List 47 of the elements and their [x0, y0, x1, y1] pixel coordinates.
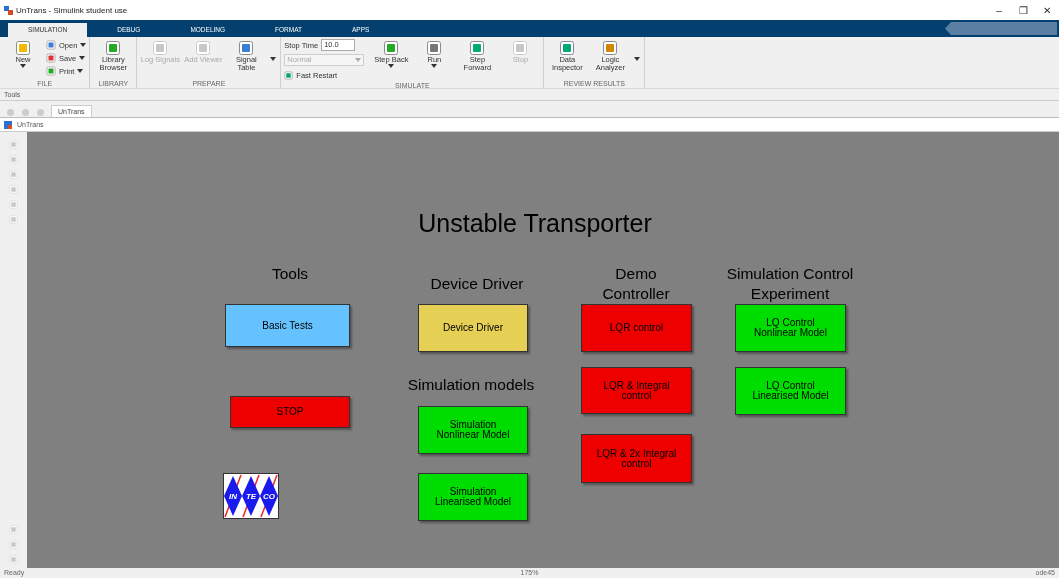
model-icon: [4, 120, 12, 129]
inteco-logo: IN TE CO: [223, 473, 279, 519]
quick-access-toolbar[interactable]: [945, 22, 1057, 35]
button-icon: [46, 66, 56, 76]
section-heading: Demo Controller: [602, 264, 670, 304]
caret-icon[interactable]: [388, 64, 395, 68]
window-title: UnTrans - Simulink student use: [16, 5, 129, 15]
button-icon: [559, 40, 576, 56]
button-icon: [238, 40, 255, 56]
caret-icon[interactable]: [80, 43, 87, 47]
caret-icon[interactable]: [431, 64, 438, 68]
close-button[interactable]: ✕: [1035, 4, 1059, 16]
caret-icon[interactable]: [20, 64, 26, 68]
subsystem-block[interactable]: Device Driver: [418, 304, 528, 352]
caret-icon[interactable]: [634, 57, 641, 61]
button-icon: [105, 40, 122, 56]
caret-icon[interactable]: [270, 57, 277, 61]
caret-icon[interactable]: [79, 56, 86, 60]
section-heading: Simulation Control Experiment: [726, 264, 854, 304]
section-heading: Tools: [271, 264, 309, 284]
subsystem-block[interactable]: STOP: [230, 396, 350, 428]
subsystem-block[interactable]: Simulation Linearised Model: [418, 473, 528, 521]
button-icon: [152, 40, 169, 56]
button-icon: [195, 40, 212, 56]
button-icon: [426, 40, 443, 56]
subsystem-block[interactable]: LQR & 2x Integral control: [581, 434, 692, 483]
subsystem-block[interactable]: Simulation Nonlinear Model: [418, 406, 528, 454]
app-icon: [4, 5, 13, 15]
subsystem-block[interactable]: LQR control: [581, 304, 692, 352]
button-icon: [602, 40, 619, 56]
restore-button[interactable]: ❐: [1011, 4, 1035, 16]
section-heading: Simulation models: [407, 375, 535, 395]
subsystem-block[interactable]: LQR & Integral control: [581, 367, 692, 414]
restart-icon: [284, 70, 294, 80]
subsystem-block[interactable]: LQ Control Nonlinear Model: [735, 304, 846, 352]
section-heading: Device Driver: [430, 274, 524, 294]
button-icon: [512, 40, 529, 56]
subsystem-block[interactable]: Basic Tests: [225, 304, 350, 347]
caret-icon[interactable]: [77, 69, 84, 73]
button-icon: [469, 40, 486, 56]
button-icon: [46, 40, 56, 50]
diagram-title: Unstable Transporter: [418, 208, 652, 238]
minimize-button[interactable]: –: [987, 4, 1011, 16]
button-icon: [383, 40, 400, 56]
button-icon: [15, 40, 31, 56]
subsystem-block[interactable]: LQ Control Linearised Model: [735, 367, 846, 415]
button-icon: [46, 53, 56, 63]
